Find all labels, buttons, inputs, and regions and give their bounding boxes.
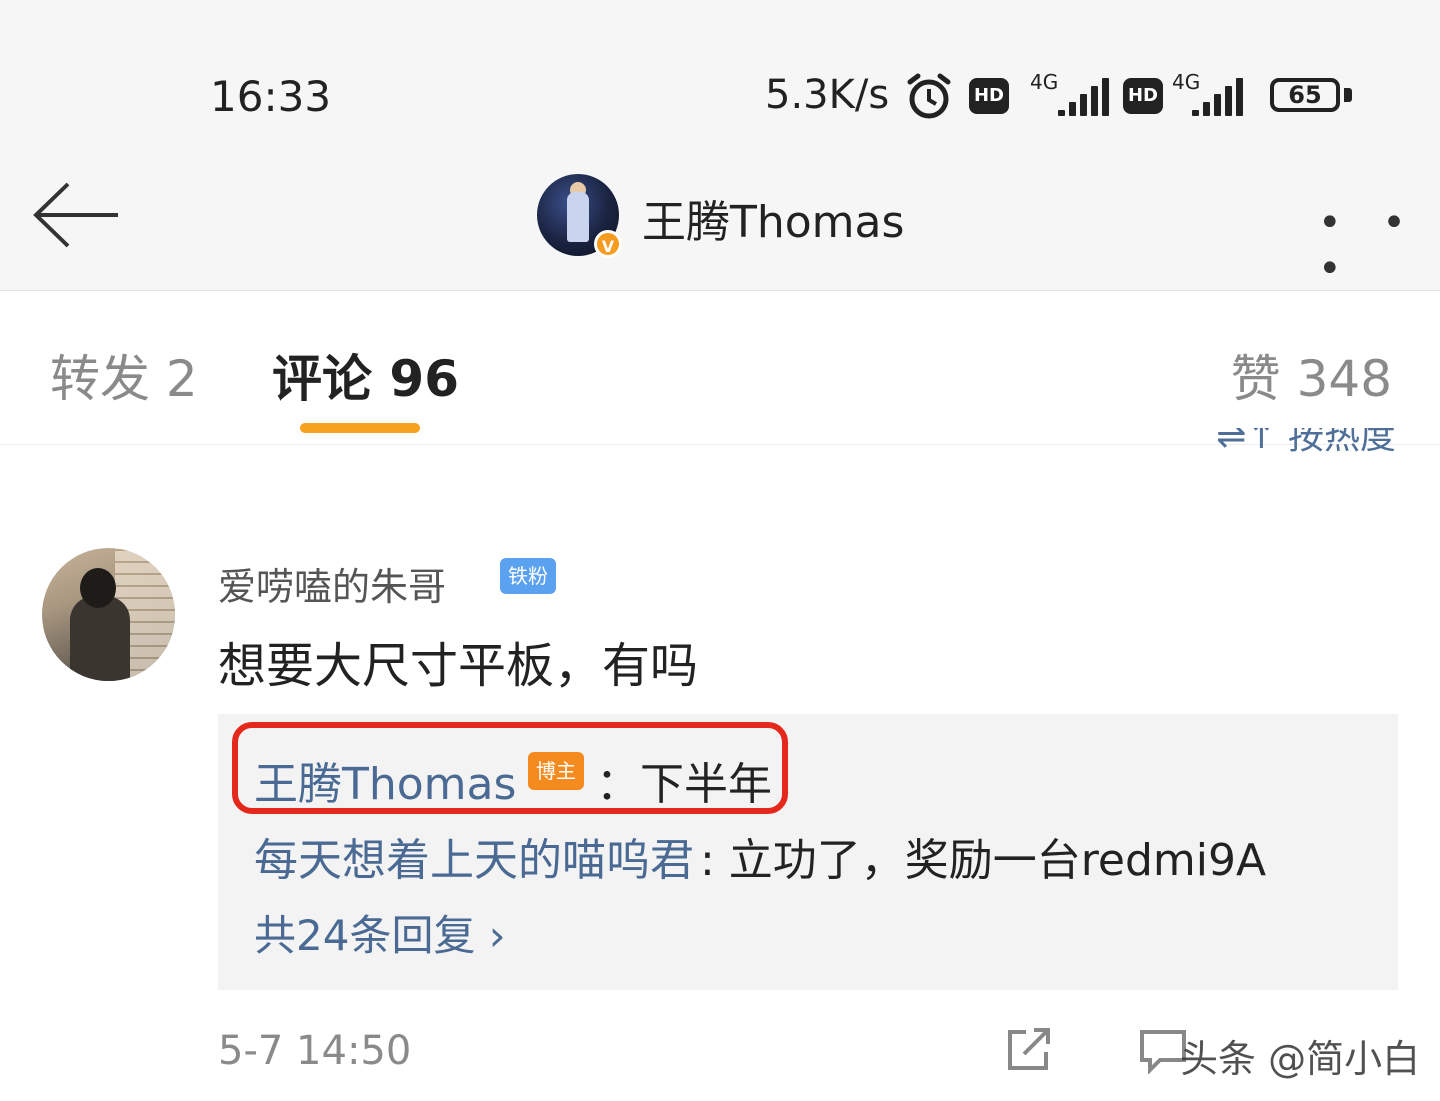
sim2-signal-icon [1178,76,1243,116]
share-icon[interactable] [1004,1026,1054,1074]
reply-text-2: : 立功了，奖励一台redmi9A [700,835,1267,886]
hd-icon-2: HD [1123,78,1163,114]
commenter-name[interactable]: 爱唠嗑的朱哥 [218,556,446,611]
comment-timestamp: 5-7 14:50 [218,1028,412,1074]
battery-icon: 65 [1270,78,1340,112]
reply-text-1: ：下半年 [596,759,772,810]
battery-tip [1344,88,1352,102]
reply-user-1[interactable]: 王腾Thomas [254,748,516,812]
tab-forward[interactable]: 转发 2 [50,339,198,411]
fan-badge: 铁粉 [500,558,556,594]
hd-icon: HD [969,78,1009,114]
tab-bar: 转发 2 评论 96 赞 348 [0,291,1440,445]
tab-like[interactable]: 赞 348 [1231,339,1392,411]
comment-text: 想要大尺寸平板，有吗 [218,638,699,694]
blogger-badge: 博主 [528,752,584,790]
watermark: 头条 @简小白 [1180,1037,1421,1081]
active-tab-indicator [300,423,420,433]
network-speed: 5.3K/s [765,72,890,118]
sort-by-hot-button[interactable]: ⇌↑ 按热度 [1216,428,1396,468]
sim1-signal-icon [1028,76,1109,116]
verified-badge-icon: V [594,230,622,258]
status-bar: 16:33 5.3K/s HD 4G HD 4G 65 [0,0,1440,150]
battery-level: 65 [1288,81,1322,109]
back-arrow-icon[interactable] [32,180,122,250]
tab-comment[interactable]: 评论 96 [272,339,459,411]
top-nav-bar: V 王腾Thomas • • • [0,150,1440,292]
more-options-icon[interactable]: • • • [1318,200,1440,292]
status-time: 16:33 [210,72,332,121]
alarm-clock-icon [907,73,951,119]
view-all-replies-link[interactable]: 共24条回复 › [254,902,506,963]
commenter-avatar[interactable] [42,548,175,681]
sort-label: ⇌↑ 按热度 [1216,428,1396,457]
page-title[interactable]: 王腾Thomas [642,186,904,250]
reply-user-2[interactable]: 每天想着上天的喵呜君 [254,824,694,888]
